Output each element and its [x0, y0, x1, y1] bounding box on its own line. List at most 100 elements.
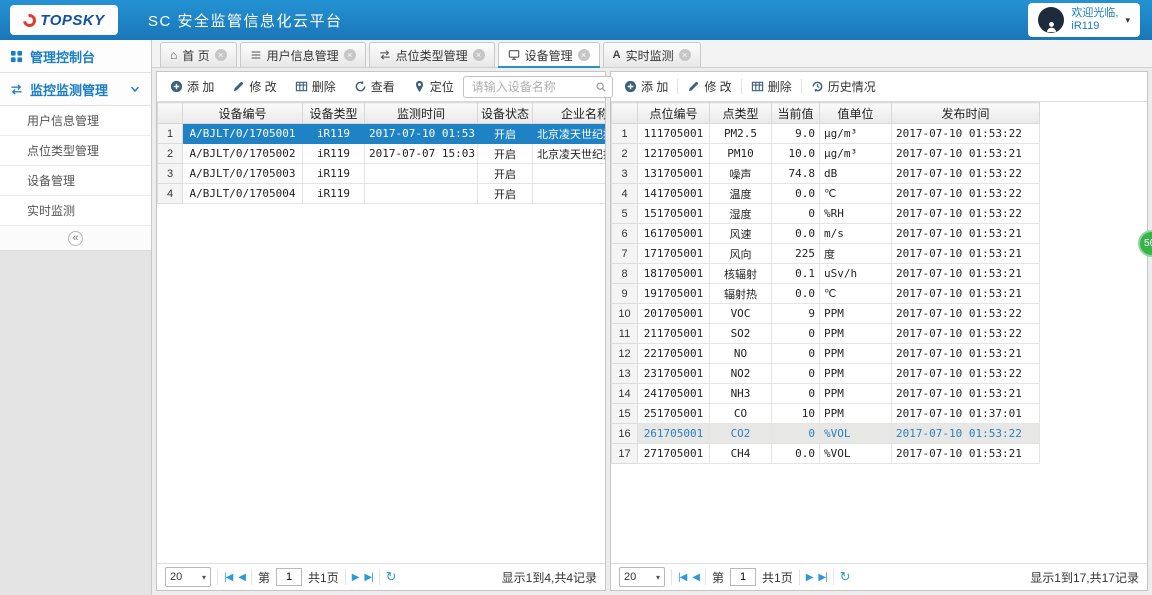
page-size-select[interactable]: 20 ▾ — [165, 567, 211, 587]
cell: 北京凌天世纪控股股份有限 — [532, 143, 605, 164]
table-row[interactable]: 4 A/BJLT/0/1705004 iR119 开启 — [157, 183, 605, 204]
table-row[interactable]: 3 A/BJLT/0/1705003 iR119 开启 — [157, 163, 605, 184]
col-header[interactable]: 当前值 — [771, 102, 820, 124]
col-header[interactable]: 设备状态 — [477, 102, 533, 124]
device-edit-button[interactable]: 修 改 — [225, 78, 283, 95]
cell: A/BJLT/0/1705001 — [182, 123, 303, 144]
cell: PPM — [819, 323, 892, 344]
table-row[interactable]: 2A/BJLT/0/1705002iR1192017-07-07 15:03:0… — [157, 143, 605, 164]
sidebar-item-point-type[interactable]: 点位类型管理 — [0, 136, 151, 166]
tab-label: 首 页 — [182, 48, 210, 63]
device-locate-button[interactable]: 定位 — [406, 78, 461, 95]
device-add-button[interactable]: 添 加 — [163, 78, 221, 95]
table-row[interactable]: 1 111705001 PM2.5 9.0 μg/m³ 2017-07-10 01:53:… — [611, 123, 1040, 144]
point-history-button[interactable]: 历史情况 — [804, 78, 883, 95]
col-header[interactable]: 点位编号 — [637, 102, 710, 124]
next-page-button[interactable]: ▶ — [806, 572, 814, 583]
refresh-button[interactable]: ↻ — [386, 569, 397, 585]
table-row[interactable]: 3 131705001 噪声 74.8 dB 2017-07-10 01:53:22 — [611, 163, 1040, 184]
cell: 2017-07-10 01:53:22 — [891, 123, 1040, 144]
monitor-icon — [11, 83, 22, 95]
close-icon[interactable]: × — [214, 49, 227, 61]
table-row[interactable]: 14 241705001 NH3 0 PPM 2017-07-10 01:53:21 — [611, 383, 1040, 404]
sidebar-item-device[interactable]: 设备管理 — [0, 166, 151, 196]
point-pager: 20 ▾ |◀ ◀ 第 共1页 ▶ ▶| ↻ 显示1到17,共17记录 — [611, 563, 1147, 590]
first-page-button[interactable]: |◀ — [224, 572, 233, 583]
table-row[interactable]: 12 221705001 NO 0 PPM 2017-07-10 01:53:21 — [611, 343, 1040, 364]
tab-user-info[interactable]: 用户信息管理 × — [239, 42, 366, 67]
user-menu[interactable]: 欢迎光临, iR119 ▾ — [1028, 3, 1140, 37]
last-page-button[interactable]: ▶| — [364, 572, 373, 583]
table-row[interactable]: 7 171705001 风向 225 度 2017-07-10 01:53:21 — [611, 243, 1040, 264]
next-page-button[interactable]: ▶ — [352, 572, 360, 583]
cell: iR119 — [302, 183, 365, 204]
cell: μg/m³ — [819, 123, 892, 144]
device-view-button[interactable]: 查看 — [347, 78, 402, 95]
table-row[interactable]: 2 121705001 PM10 10.0 μg/m³ 2017-07-10 01:53:… — [611, 143, 1040, 164]
device-search-input[interactable] — [462, 75, 613, 98]
close-icon[interactable]: × — [472, 49, 485, 61]
cell: 191705001 — [637, 283, 710, 304]
col-header[interactable]: 点类型 — [709, 102, 772, 124]
col-header[interactable]: 监测时间 — [364, 102, 478, 124]
table-row[interactable]: 16 261705001 CO2 0 %VOL 2017-07-10 01:53:22 — [611, 423, 1040, 444]
button-label: 添 加 — [187, 80, 215, 94]
cell: 241705001 — [637, 383, 710, 404]
sidebar-item-console[interactable]: 管理控制台 — [0, 40, 151, 73]
close-icon[interactable]: × — [577, 49, 590, 61]
sidebar-item-user-info[interactable]: 用户信息管理 — [0, 106, 151, 136]
point-delete-button[interactable]: 删除 — [744, 78, 799, 95]
welcome-block: 欢迎光临, iR119 — [1071, 7, 1118, 33]
last-page-button[interactable]: ▶| — [818, 572, 827, 583]
cell: CH4 — [709, 443, 772, 464]
table-row[interactable]: 5 151705001 湿度 0 %RH 2017-07-10 01:53:22 — [611, 203, 1040, 224]
close-icon[interactable]: × — [678, 49, 691, 61]
prev-page-button[interactable]: ◀ — [238, 572, 246, 583]
first-page-button[interactable]: |◀ — [678, 572, 687, 583]
point-add-button[interactable]: 添 加 — [617, 78, 675, 95]
device-delete-button[interactable]: 删除 — [288, 78, 343, 95]
table-row[interactable]: 15 251705001 CO 10 PPM 2017-07-10 01:37:01 — [611, 403, 1040, 424]
device-pager: 20 ▾ |◀ ◀ 第 共1页 ▶ ▶| ↻ 显示1到4,共4记录 — [157, 563, 605, 590]
table-row[interactable]: 6 161705001 风速 0.0 m/s 2017-07-10 01:53:21 — [611, 223, 1040, 244]
table-row[interactable]: 10 201705001 VOC 9 PPM 2017-07-10 01:53:22 — [611, 303, 1040, 324]
table-row[interactable]: 13 231705001 NO2 0 PPM 2017-07-10 01:53:22 — [611, 363, 1040, 384]
cell: m/s — [819, 223, 892, 244]
tab-label: 点位类型管理 — [395, 48, 468, 63]
col-header[interactable]: 企业名称 — [532, 102, 605, 124]
col-header[interactable]: 值单位 — [819, 102, 892, 124]
tab-realtime[interactable]: A 实时监测 × — [602, 42, 701, 67]
table-row[interactable]: 1A/BJLT/0/1705001iR1192017-07-10 01:53:2… — [157, 123, 605, 144]
sidebar-collapse[interactable]: « — [0, 226, 151, 251]
col-header[interactable]: 设备编号 — [182, 102, 303, 124]
table-row[interactable]: 11 211705001 SO2 0 PPM 2017-07-10 01:53:22 — [611, 323, 1040, 344]
tab-home[interactable]: ⌂ 首 页 × — [160, 42, 237, 67]
col-header[interactable]: 设备类型 — [302, 102, 365, 124]
col-header[interactable]: 发布时间 — [891, 102, 1040, 124]
cell: 2017-07-10 01:53:21 — [891, 263, 1040, 284]
table-row[interactable]: 8 181705001 核辐射 0.1 uSv/h 2017-07-10 01:53:21 — [611, 263, 1040, 284]
sidebar-item-monitoring[interactable]: 监控监测管理 — [0, 73, 151, 106]
col-rownum — [157, 102, 183, 124]
cell: A/BJLT/0/1705002 — [182, 143, 303, 164]
tab-bar: ⌂ 首 页 × 用户信息管理 × 点位类型管理 × 设备管理 × A 实时监测 … — [152, 40, 1152, 68]
table-row[interactable]: 4 141705001 温度 0.0 ℃ 2017-07-10 01:53:22 — [611, 183, 1040, 204]
prev-page-button[interactable]: ◀ — [692, 572, 700, 583]
chevron-down-icon: ▾ — [201, 572, 206, 582]
cell: PPM — [819, 403, 892, 424]
table-row[interactable]: 9 191705001 辐射热 0.0 ℃ 2017-07-10 01:53:21 — [611, 283, 1040, 304]
table-row[interactable]: 17 271705001 CH4 0.0 %VOL 2017-07-10 01:53:21 — [611, 443, 1040, 464]
search-icon[interactable] — [595, 81, 607, 93]
tab-device[interactable]: 设备管理 × — [497, 42, 600, 68]
close-icon[interactable]: × — [343, 49, 356, 61]
cell: 开启 — [477, 163, 533, 184]
point-edit-button[interactable]: 修 改 — [680, 78, 738, 95]
page-input[interactable] — [730, 568, 757, 586]
sidebar-item-realtime[interactable]: 实时监测 — [0, 196, 151, 226]
tab-point-type[interactable]: 点位类型管理 × — [368, 42, 495, 67]
row-number: 16 — [611, 423, 638, 444]
page-size-select[interactable]: 20 ▾ — [619, 567, 665, 587]
point-table-area: 点位编号 点类型 当前值 值单位 发布时间 1 111705001 PM2.5 9.0… — [611, 102, 1147, 563]
page-input[interactable] — [276, 568, 303, 586]
refresh-button[interactable]: ↻ — [840, 569, 851, 585]
